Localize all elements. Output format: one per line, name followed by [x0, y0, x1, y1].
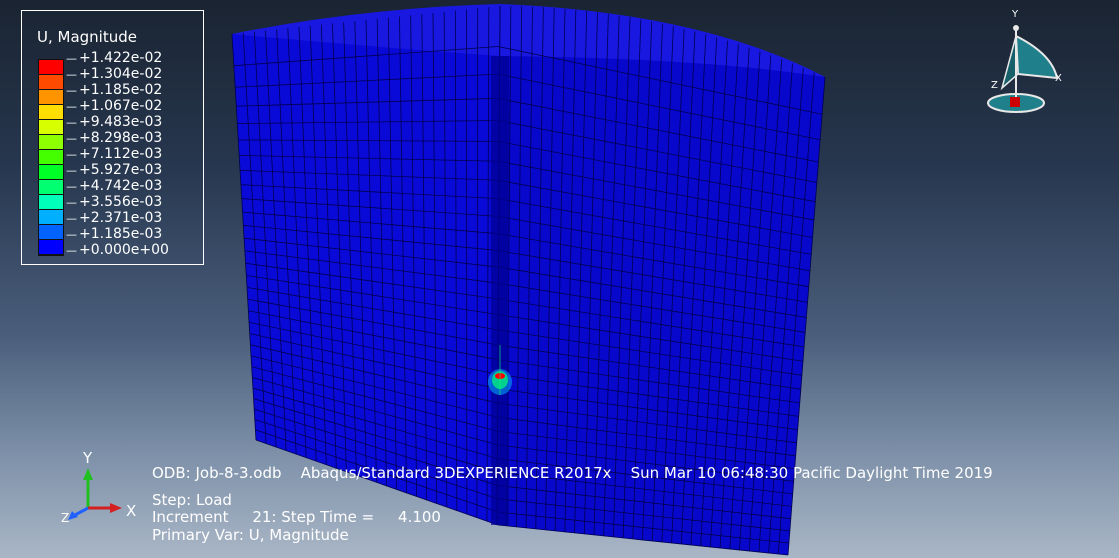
legend-value: +2.371e-03 [66, 210, 169, 226]
primary-var-line: Primary Var: U, Magnitude [152, 526, 349, 544]
legend-swatch [39, 180, 63, 195]
legend-swatch [39, 195, 63, 210]
increment-line: Increment 21: Step Time = 4.100 [152, 508, 441, 526]
legend-value: +8.298e-03 [66, 130, 169, 146]
triad-y-arrow [83, 468, 93, 480]
legend-color-bar [38, 59, 64, 256]
legend-value: +0.000e+00 [66, 242, 169, 258]
legend-swatch [39, 90, 63, 105]
legend-value: +1.304e-02 [66, 66, 169, 82]
contour-legend: U, Magnitude +1.422e-02+1.304e-02+1.185e… [21, 10, 204, 265]
compass-y-label: Y [1012, 9, 1019, 20]
odb-info-line: ODB: Job-8-3.odb Abaqus/Standard 3DEXPER… [152, 464, 993, 482]
legend-value: +1.185e-02 [66, 82, 169, 98]
compass-y-knob [1013, 25, 1019, 31]
legend-value: +9.483e-03 [66, 114, 169, 130]
legend-value: +3.556e-03 [66, 194, 169, 210]
abaqus-viewport[interactable]: U, Magnitude +1.422e-02+1.304e-02+1.185e… [0, 0, 1119, 558]
legend-swatch [39, 150, 63, 165]
legend-swatch [39, 165, 63, 180]
compass-x-sail [1014, 34, 1059, 80]
legend-swatch [39, 75, 63, 90]
legend-swatch [39, 210, 63, 225]
legend-swatch [39, 120, 63, 135]
legend-title: U, Magnitude [37, 28, 137, 46]
step-line: Step: Load [152, 491, 232, 509]
triad-z-arrow [68, 511, 78, 520]
triad-z-axis [74, 506, 89, 517]
legend-swatch [39, 135, 63, 150]
legend-value: +1.422e-02 [66, 50, 169, 66]
compass-z-label: Z [991, 80, 998, 91]
legend-swatch [39, 225, 63, 240]
legend-value: +7.112e-03 [66, 146, 169, 162]
triad-z-label: Z [61, 511, 70, 525]
triad-x-label: X [126, 502, 137, 520]
legend-value: +4.742e-03 [66, 178, 169, 194]
legend-swatch [39, 240, 63, 255]
legend-swatch [39, 105, 63, 120]
triad-y-label: Y [83, 449, 93, 467]
legend-value-list: +1.422e-02+1.304e-02+1.185e-02+1.067e-02… [66, 50, 169, 258]
legend-value: +1.185e-03 [66, 226, 169, 242]
triad-x-arrow [110, 503, 122, 513]
view-compass[interactable] [982, 8, 1072, 116]
compass-origin-cube [1010, 97, 1020, 107]
model-axis-band [491, 56, 509, 525]
legend-value: +1.067e-02 [66, 98, 169, 114]
compass-x-label: X [1055, 73, 1062, 84]
legend-value: +5.927e-03 [66, 162, 169, 178]
legend-swatch [39, 60, 63, 75]
